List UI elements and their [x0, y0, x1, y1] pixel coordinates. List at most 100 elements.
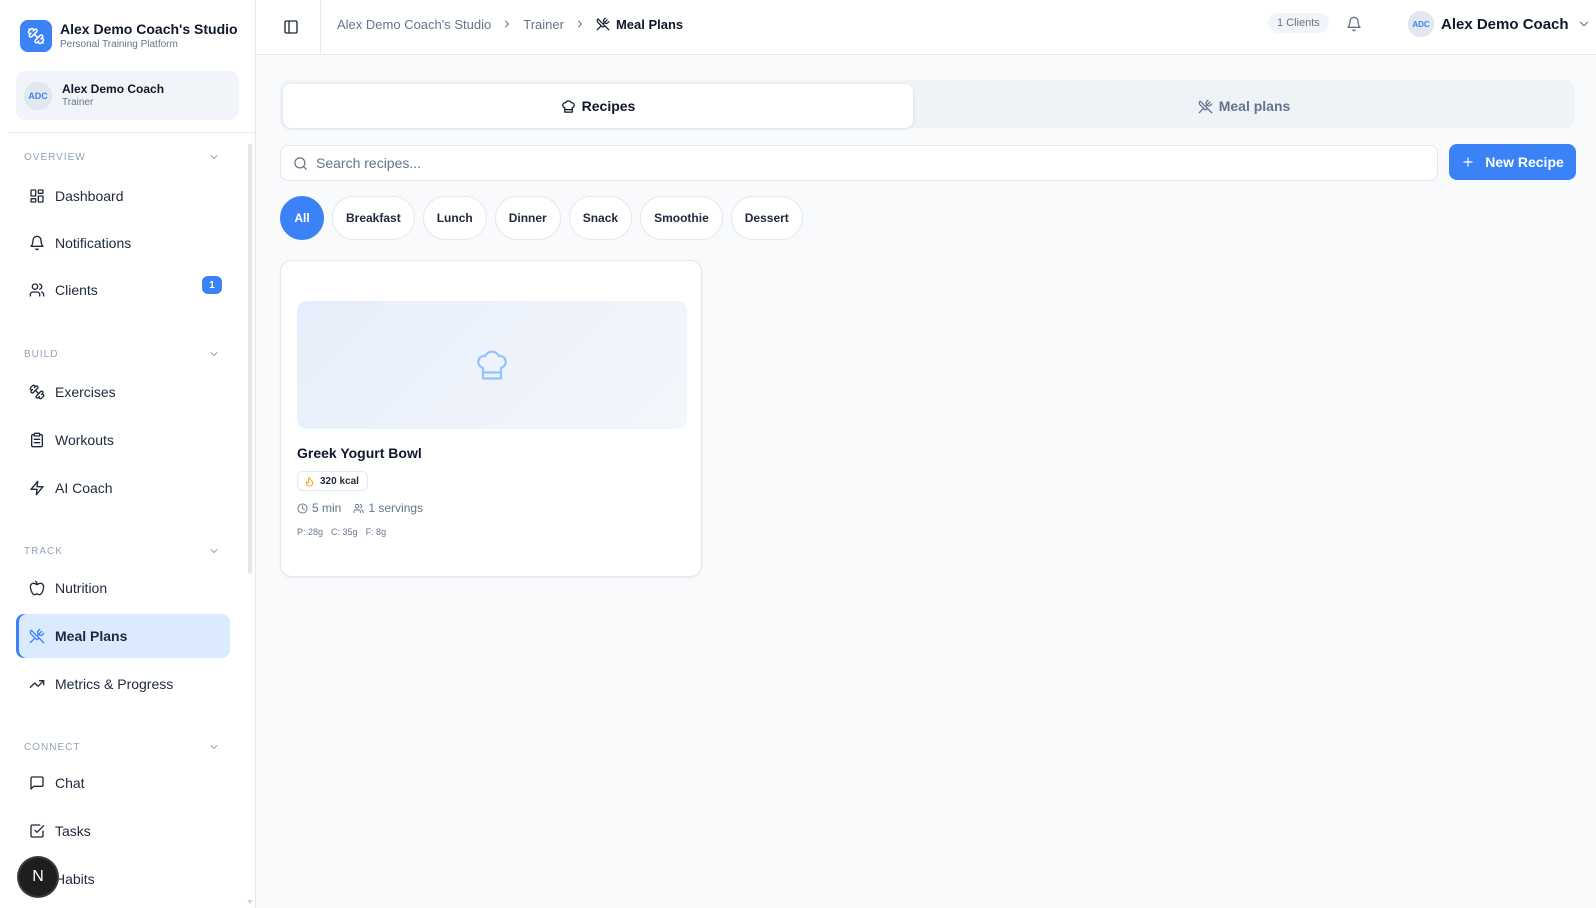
calories-value: 320 kcal [320, 475, 359, 487]
user-menu-button[interactable]: ADC Alex Demo Coach [1408, 11, 1591, 37]
sidebar-item-label: Metrics & Progress [55, 676, 174, 692]
sidebar-item-label: Chat [55, 775, 85, 791]
sidebar-item-notifications[interactable]: Notifications [16, 221, 230, 265]
topbar-user-name: Alex Demo Coach [1441, 15, 1569, 33]
brand-title: Alex Demo Coach's Studio [60, 21, 238, 37]
clients-count-pill: 1 Clients [1268, 13, 1329, 33]
sidebar-item-label: Clients [55, 282, 98, 298]
sidebar-item-workouts[interactable]: Workouts [16, 418, 230, 462]
recipe-title: Greek Yogurt Bowl [297, 445, 422, 461]
chef-hat-icon [474, 347, 510, 383]
filter-chip-dessert[interactable]: Dessert [730, 196, 803, 240]
dev-tools-button[interactable]: N [19, 858, 57, 896]
sidebar-item-ai-coach[interactable]: AI Coach [16, 466, 230, 510]
search-input[interactable] [316, 155, 1416, 171]
sidebar-divider [8, 132, 256, 133]
sidebar-item-nutrition[interactable]: Nutrition [16, 566, 230, 610]
sidebar-toggle-button[interactable] [278, 14, 304, 40]
filter-chip-all[interactable]: All [280, 196, 324, 240]
breadcrumb-trainer[interactable]: Trainer [523, 17, 564, 32]
tab-label: Recipes [581, 98, 636, 114]
breadcrumb-studio[interactable]: Alex Demo Coach's Studio [337, 17, 491, 32]
sidebar-scrollbar[interactable] [248, 144, 252, 574]
recipe-macros: P: 28g C: 35g F: 8g [297, 527, 394, 537]
trending-up-icon [28, 675, 46, 693]
filter-chip-lunch[interactable]: Lunch [422, 196, 487, 240]
user-card[interactable]: ADC Alex Demo Coach Trainer [16, 71, 239, 120]
section-label: OVERVIEW [24, 151, 86, 163]
sidebar-item-label: Tasks [55, 823, 91, 839]
section-label: BUILD [24, 348, 59, 360]
prep-time: 5 min [297, 501, 341, 515]
recipe-tabs: Recipes Meal plans [280, 80, 1575, 128]
grid-icon [28, 187, 46, 205]
section-track[interactable]: TRACK [24, 545, 220, 557]
filter-chip-smoothie[interactable]: Smoothie [640, 196, 723, 240]
dumbbell-icon [28, 383, 46, 401]
sidebar-item-exercises[interactable]: Exercises [16, 370, 230, 414]
message-square-icon [28, 774, 46, 792]
section-label: CONNECT [24, 741, 81, 753]
bell-icon [1346, 16, 1362, 32]
search-box [280, 145, 1438, 181]
users-icon [28, 281, 46, 299]
sidebar-item-label: Habits [55, 871, 95, 887]
new-recipe-button[interactable]: New Recipe [1449, 144, 1576, 180]
breadcrumb: Alex Demo Coach's Studio Trainer Meal Pl… [337, 0, 683, 48]
sidebar-item-metrics[interactable]: Metrics & Progress [16, 662, 230, 706]
recipe-image-placeholder [297, 301, 687, 429]
clients-count-badge: 1 [202, 276, 222, 294]
section-build[interactable]: BUILD [24, 348, 220, 360]
filter-chip-snack[interactable]: Snack [568, 196, 633, 240]
notifications-button[interactable] [1344, 14, 1364, 34]
chevron-down-icon [1577, 17, 1591, 31]
tab-recipes[interactable]: Recipes [283, 84, 913, 128]
recipe-card[interactable]: Greek Yogurt Bowl 320 kcal 5 min 1 servi… [280, 260, 702, 577]
prep-time-value: 5 min [312, 501, 342, 515]
user-name: Alex Demo Coach [62, 82, 165, 96]
scroll-down-arrow-icon[interactable] [247, 900, 253, 904]
tab-label: Meal plans [1218, 98, 1291, 114]
servings: 1 servings [353, 501, 423, 515]
sidebar-item-meal-plans[interactable]: Meal Plans [16, 614, 230, 658]
category-filters: All Breakfast Lunch Dinner Snack Smoothi… [280, 196, 811, 240]
macro-protein: P: 28g [297, 527, 324, 537]
section-label: TRACK [24, 545, 63, 557]
sidebar-item-tasks[interactable]: Tasks [16, 809, 230, 853]
chevron-down-icon [208, 151, 220, 163]
flame-icon [304, 476, 320, 487]
sidebar-item-label: Workouts [55, 432, 114, 448]
section-overview[interactable]: OVERVIEW [24, 151, 220, 163]
dumbbell-logo-icon [20, 20, 52, 52]
tab-meal-plans[interactable]: Meal plans [916, 84, 1572, 128]
sidebar-item-label: Notifications [55, 235, 132, 251]
sidebar-item-label: Dashboard [55, 188, 124, 204]
sidebar-item-clients[interactable]: Clients 1 [16, 268, 230, 312]
topbar-divider [320, 0, 321, 55]
brand-subtitle: Personal Training Platform [60, 39, 178, 50]
filter-chip-dinner[interactable]: Dinner [494, 196, 561, 240]
user-role: Trainer [62, 97, 94, 108]
utensils-crossed-icon [1198, 99, 1219, 114]
bell-icon [28, 234, 46, 252]
chevron-down-icon [208, 348, 220, 360]
section-connect[interactable]: CONNECT [24, 741, 220, 753]
chef-hat-icon [561, 99, 582, 114]
sidebar-item-dashboard[interactable]: Dashboard [16, 174, 230, 218]
macro-carbs: C: 35g [331, 527, 358, 537]
utensils-crossed-icon [28, 627, 46, 645]
sidebar-item-label: Exercises [55, 384, 116, 400]
breadcrumb-current-label: Meal Plans [615, 16, 684, 32]
new-recipe-label: New Recipe [1485, 154, 1564, 170]
clipboard-icon [28, 431, 46, 449]
sidebar-item-chat[interactable]: Chat [16, 761, 230, 805]
avatar: ADC [24, 81, 52, 110]
calories-badge: 320 kcal [297, 471, 368, 491]
topbar: Alex Demo Coach's Studio Trainer Meal Pl… [256, 0, 1596, 55]
chevron-down-icon [208, 545, 220, 557]
brand[interactable]: Alex Demo Coach's Studio Personal Traini… [20, 20, 238, 52]
filter-chip-breakfast[interactable]: Breakfast [332, 196, 415, 240]
lightning-icon [28, 479, 46, 497]
sidebar-item-label: Nutrition [55, 580, 108, 596]
search-icon [293, 156, 308, 171]
